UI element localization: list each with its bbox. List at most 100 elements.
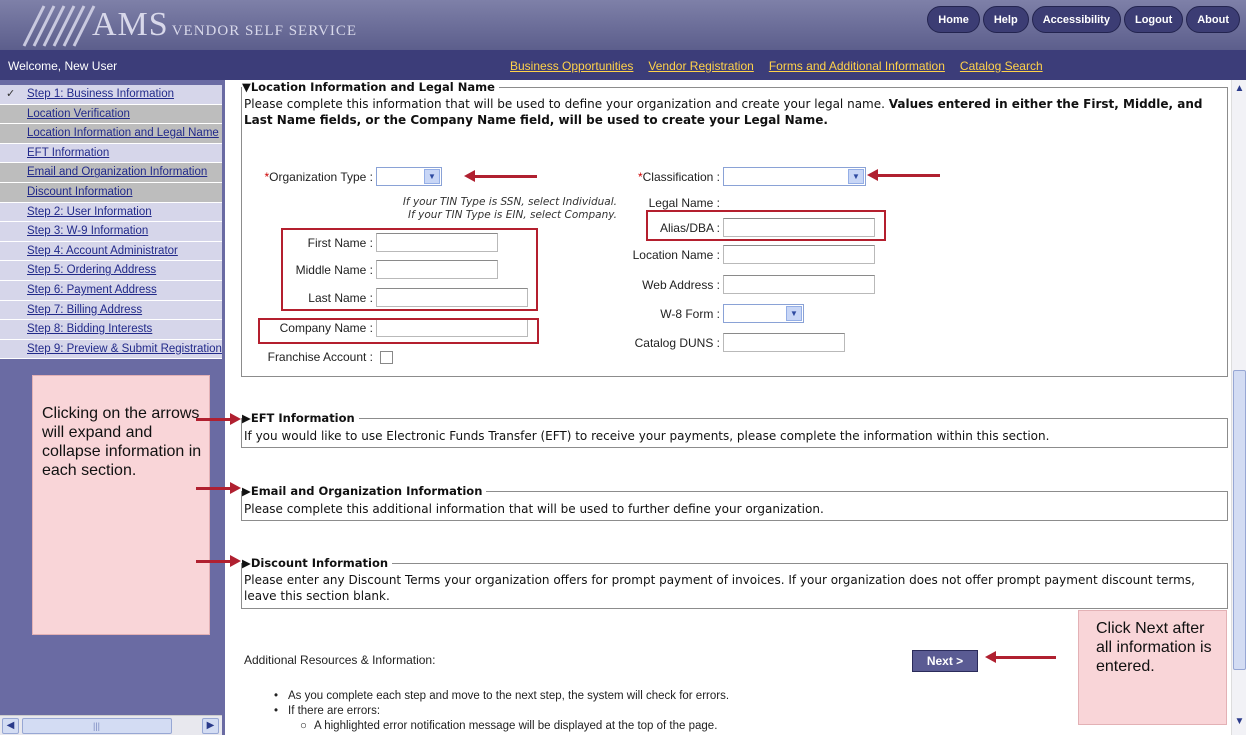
catalog-duns-label: Catalog DUNS : xyxy=(634,336,720,350)
email-org-section-description: Please complete this additional informat… xyxy=(244,502,824,516)
about-button[interactable]: About xyxy=(1186,6,1240,33)
organization-type-select[interactable]: ▼ xyxy=(376,167,442,186)
nav-bar: Welcome, New User Business Opportunities… xyxy=(0,50,1246,80)
catalog-duns-input[interactable] xyxy=(723,333,845,352)
logo-ams-text: AMS xyxy=(92,6,169,43)
logo-vss-text: Vendor Self Service xyxy=(171,23,358,39)
sidebar-horizontal-scrollbar[interactable]: ◀ ||| ▶ xyxy=(0,715,222,735)
classification-select[interactable]: ▼ xyxy=(723,167,866,186)
classification-label: *Classification : xyxy=(572,170,720,184)
sidebar-item-label: Email and Organization Information xyxy=(27,166,208,179)
callout-next-text: Click Next after all information is ente… xyxy=(1096,620,1212,675)
annotation-arrow-icon xyxy=(464,170,537,182)
sidebar-item-location-info[interactable]: Location Information and Legal Name xyxy=(0,124,222,144)
location-section-description: Please complete this information that wi… xyxy=(244,96,1224,128)
scroll-left-icon[interactable]: ◀ xyxy=(2,718,19,734)
sidebar-item-label: Step 7: Billing Address xyxy=(27,303,143,316)
nav-link-vendor-registration[interactable]: Vendor Registration xyxy=(648,59,753,73)
sidebar-item-discount[interactable]: Discount Information xyxy=(0,182,222,203)
discount-section-toggle[interactable]: ▶Discount Information xyxy=(242,556,393,570)
next-button[interactable]: Next > xyxy=(912,650,978,672)
nav-link-business-opportunities[interactable]: Business Opportunities xyxy=(510,59,633,73)
callout-click-next: Click Next after all information is ente… xyxy=(1078,610,1227,725)
annotation-arrow-icon xyxy=(985,651,1056,663)
bullet-text: As you complete each step and move to th… xyxy=(288,690,730,702)
list-item: ○ A highlighted error notification messag… xyxy=(300,720,718,732)
sidebar-item-step1[interactable]: ✓ Step 1: Business Information xyxy=(0,85,222,105)
annotation-box-company-name xyxy=(258,318,539,344)
eft-section-description: If you would like to use Electronic Fund… xyxy=(244,429,1050,443)
scrollbar-thumb[interactable] xyxy=(1233,370,1246,670)
scroll-right-icon[interactable]: ▶ xyxy=(202,718,219,734)
w8-form-label: W-8 Form : xyxy=(660,307,720,321)
discount-section-description: Please enter any Discount Terms your org… xyxy=(244,573,1195,603)
organization-type-label: *Organization Type : xyxy=(248,170,373,184)
annotation-box-alias-dba xyxy=(646,210,886,241)
dropdown-arrow-icon: ▼ xyxy=(424,169,440,184)
dropdown-arrow-icon: ▼ xyxy=(786,306,802,321)
callout-expand-collapse: Clicking on the arrows will expand and c… xyxy=(32,375,210,635)
nav-links: Business Opportunities Vendor Registrati… xyxy=(510,59,1043,73)
sidebar-item-step8[interactable]: Step 8: Bidding Interests xyxy=(0,320,222,340)
help-button[interactable]: Help xyxy=(982,6,1029,33)
sidebar-item-eft[interactable]: EFT Information xyxy=(0,143,222,164)
email-org-section: ▶Email and Organization Information Plea… xyxy=(241,484,1228,521)
dropdown-arrow-icon: ▼ xyxy=(848,169,864,184)
location-name-input[interactable] xyxy=(723,245,875,264)
franchise-account-checkbox[interactable] xyxy=(380,351,393,364)
web-address-input[interactable] xyxy=(723,275,875,294)
additional-resources-heading: Additional Resources & Information: xyxy=(244,653,436,667)
location-section-toggle[interactable]: ▼Location Information and Legal Name xyxy=(242,80,499,94)
sidebar-item-step9[interactable]: Step 9: Preview & Submit Registration xyxy=(0,339,222,360)
callout-expand-text: Clicking on the arrows will expand and c… xyxy=(42,405,202,479)
list-item: • As you complete each step and move to t… xyxy=(274,690,730,702)
header-button-group: Home Help Accessibility Logout About xyxy=(927,6,1240,33)
bullet-text: If there are errors: xyxy=(288,705,381,717)
sidebar-item-label: Step 6: Payment Address xyxy=(27,283,157,296)
franchise-account-label: Franchise Account : xyxy=(267,350,373,364)
sidebar-item-step2[interactable]: Step 2: User Information xyxy=(0,202,222,223)
logout-button[interactable]: Logout xyxy=(1123,6,1184,33)
sidebar-item-label: Step 2: User Information xyxy=(27,205,152,218)
nav-link-forms[interactable]: Forms and Additional Information xyxy=(769,59,945,73)
app-logo-title: AMS Vendor Self Service xyxy=(92,6,357,44)
eft-section-toggle[interactable]: ▶EFT Information xyxy=(242,411,359,425)
sidebar-item-email-org[interactable]: Email and Organization Information xyxy=(0,163,222,183)
eft-section: ▶EFT Information If you would like to us… xyxy=(241,411,1228,448)
home-button[interactable]: Home xyxy=(927,6,980,33)
sidebar-item-label: Step 9: Preview & Submit Registration xyxy=(27,342,222,355)
sidebar-item-label: Location Verification xyxy=(27,107,130,120)
sidebar-item-location-verification[interactable]: Location Verification xyxy=(0,104,222,125)
sidebar-item-step7[interactable]: Step 7: Billing Address xyxy=(0,300,222,321)
sidebar-item-label: Step 5: Ordering Address xyxy=(27,264,157,277)
scroll-up-icon[interactable]: ▲ xyxy=(1233,83,1246,98)
sidebar-item-step4[interactable]: Step 4: Account Administrator xyxy=(0,241,222,262)
sidebar-item-step5[interactable]: Step 5: Ordering Address xyxy=(0,261,222,281)
scrollbar-thumb[interactable]: ||| xyxy=(22,718,172,734)
annotation-arrow-icon xyxy=(196,555,241,567)
location-desc-plain: Please complete this information that wi… xyxy=(244,97,889,111)
list-item: • If there are errors: xyxy=(274,705,381,717)
annotation-arrow-icon xyxy=(867,169,940,181)
email-org-section-toggle[interactable]: ▶Email and Organization Information xyxy=(242,484,487,498)
sidebar-item-label: Discount Information xyxy=(27,185,133,198)
app-header: AMS Vendor Self Service Home Help Access… xyxy=(0,0,1246,50)
sidebar-item-label: EFT Information xyxy=(27,146,110,159)
bullet-text: A highlighted error notification message… xyxy=(314,720,718,732)
step-list: ✓ Step 1: Business Information Location … xyxy=(0,85,222,360)
nav-link-catalog-search[interactable]: Catalog Search xyxy=(960,59,1043,73)
scroll-down-icon[interactable]: ▼ xyxy=(1233,716,1246,731)
web-address-label: Web Address : xyxy=(642,278,720,292)
check-icon: ✓ xyxy=(6,88,16,100)
sidebar-item-step3[interactable]: Step 3: W-9 Information xyxy=(0,222,222,242)
sidebar-item-label: Step 8: Bidding Interests xyxy=(27,323,153,336)
annotation-arrow-icon xyxy=(196,482,241,494)
welcome-text: Welcome, New User xyxy=(8,59,118,73)
annotation-arrow-icon xyxy=(196,413,241,425)
sidebar-item-label: Step 4: Account Administrator xyxy=(27,244,178,257)
main-vertical-scrollbar[interactable]: ▲ ▼ xyxy=(1231,80,1246,735)
help-bullet-list: • As you complete each step and move to t… xyxy=(274,689,729,734)
w8-form-select[interactable]: ▼ xyxy=(723,304,804,323)
accessibility-button[interactable]: Accessibility xyxy=(1031,6,1121,33)
sidebar-item-step6[interactable]: Step 6: Payment Address xyxy=(0,280,222,301)
